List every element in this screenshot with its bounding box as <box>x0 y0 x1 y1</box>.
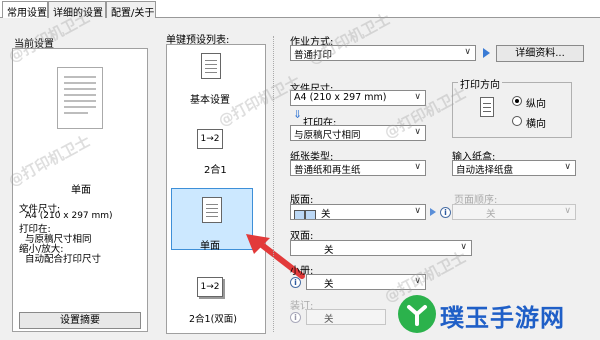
chevron-down-icon: ∨ <box>564 206 571 216</box>
page-order-select[interactable]: 关 ∨ <box>452 204 576 220</box>
preset-item-2in1-duplex[interactable]: 2合1(双面) <box>189 311 237 325</box>
preset-item-2in1[interactable]: 2合1 <box>204 161 227 176</box>
orientation-title: 打印方向 <box>458 76 502 91</box>
settings-summary-button[interactable]: 设置摘要 <box>19 312 141 329</box>
two-in-one-duplex-icon: 1→2 <box>197 277 223 297</box>
landscape-radio[interactable] <box>512 116 522 126</box>
page-order-value: 关 <box>486 209 496 220</box>
arrow-down-icon: ⇓ <box>293 108 303 121</box>
duplex-select[interactable]: 关 ∨ <box>290 240 472 256</box>
staple-value: 关 <box>324 314 334 325</box>
chevron-down-icon: ∨ <box>414 92 421 102</box>
current-settings-frame: 单面 文件尺寸: A4 (210 x 297 mm) 打印在: 与原稿尺寸相同 … <box>12 48 148 332</box>
chevron-down-icon: ∨ <box>414 162 421 172</box>
portrait-label: 纵向 <box>526 99 546 110</box>
column-divider <box>273 36 274 332</box>
preset-item-basic[interactable]: 基本设置 <box>190 91 230 106</box>
paper-type-select[interactable]: 普通纸和再生纸 ∨ <box>290 160 426 176</box>
preview-caption: 单面 <box>71 185 91 196</box>
preset-item-simplex[interactable]: 单面 <box>200 237 220 252</box>
layout-page-icon <box>294 209 305 219</box>
print-on-select[interactable]: 与原稿尺寸相同 ∨ <box>290 125 426 141</box>
chevron-down-icon: ∨ <box>414 206 421 216</box>
landscape-label: 横向 <box>526 119 546 130</box>
chevron-down-icon: ∨ <box>460 242 467 252</box>
tab-common-settings[interactable]: 常用设置 <box>2 1 48 19</box>
input-tray-value: 自动选择纸盘 <box>456 165 514 176</box>
booklet-select[interactable]: 关 ∨ <box>306 274 426 290</box>
input-tray-select[interactable]: 自动选择纸盘 ∨ <box>452 160 576 176</box>
chevron-down-icon: ∨ <box>414 127 421 137</box>
brand-logo-icon <box>398 295 436 333</box>
info-icon[interactable]: i <box>440 207 451 218</box>
info-icon[interactable]: i <box>290 277 301 288</box>
play-icon[interactable] <box>483 48 490 58</box>
print-on-value: 与原稿尺寸相同 <box>294 130 361 141</box>
job-select[interactable]: 普通打印 ∨ <box>290 45 476 61</box>
chevron-down-icon: ∨ <box>564 162 571 172</box>
summary-line-2: A4 (210 x 297 mm) <box>25 211 113 221</box>
play-icon[interactable] <box>430 208 436 216</box>
paper-size-select[interactable]: A4 (210 x 297 mm) ∨ <box>290 90 426 106</box>
details-button[interactable]: 详细资料... <box>496 45 584 62</box>
two-in-one-icon: 1→2 <box>197 129 223 149</box>
page-icon <box>201 53 221 79</box>
info-icon[interactable]: i <box>290 312 301 323</box>
paper-type-value: 普通纸和再生纸 <box>294 165 361 176</box>
page-preview <box>57 67 103 129</box>
tab-config-about[interactable]: 配置/关于 <box>106 1 156 19</box>
page-icon <box>202 197 222 223</box>
summary-line-6: 自动配合打印尺寸 <box>25 254 102 265</box>
duplex-value: 关 <box>324 245 334 256</box>
layout-page-icon <box>305 209 316 219</box>
brand-name: 璞玉手游网 <box>440 304 565 332</box>
booklet-value: 关 <box>324 279 334 290</box>
staple-select[interactable]: 关 <box>306 309 386 325</box>
tab-bar: 常用设置 详细的设置 配置/关于 <box>0 0 600 19</box>
paper-size-value: A4 (210 x 297 mm) <box>294 92 387 103</box>
tab-detailed-settings[interactable]: 详细的设置 <box>48 1 106 19</box>
layout-value: 关 <box>321 209 331 220</box>
layout-select[interactable]: 关 ∨ <box>290 204 426 220</box>
chevron-down-icon: ∨ <box>414 276 421 286</box>
brand-logo-mark <box>407 305 427 326</box>
portrait-page-icon <box>480 97 494 117</box>
job-value: 普通打印 <box>294 50 333 61</box>
chevron-down-icon: ∨ <box>464 47 471 57</box>
preset-list[interactable]: 基本设置 1→2 2合1 单面 1→2 2合1(双面) <box>166 44 266 334</box>
portrait-radio[interactable] <box>512 96 522 106</box>
